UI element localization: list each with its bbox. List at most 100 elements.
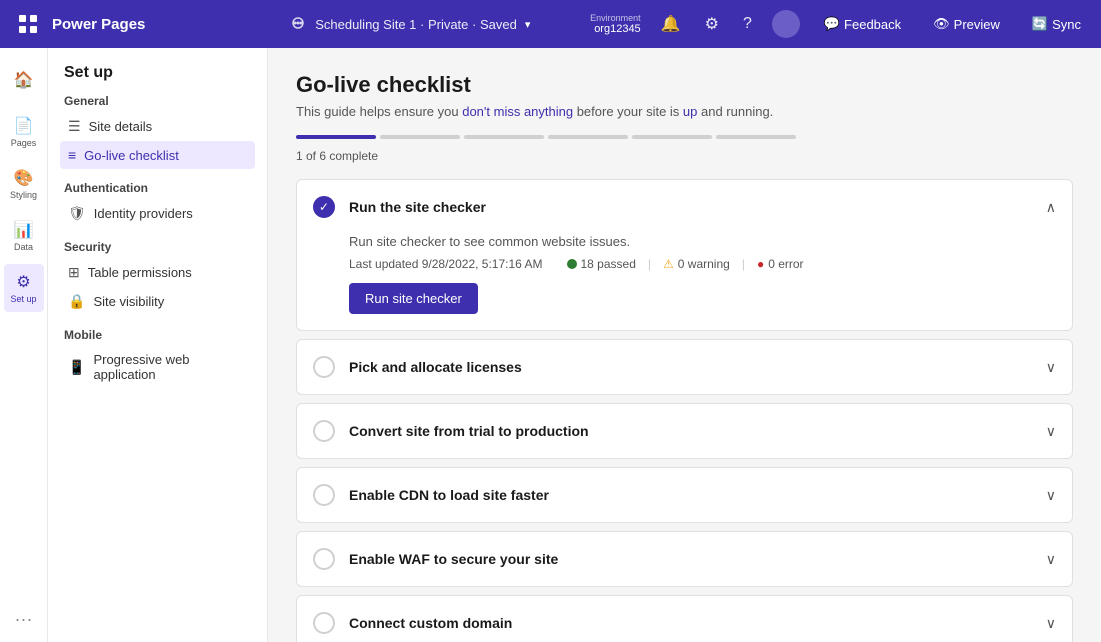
checklist-item-convert-site: Convert site from trial to production ∨ — [296, 403, 1073, 459]
progress-segment-4 — [548, 135, 628, 139]
sidebar-item-golive-checklist[interactable]: ≡ Go-live checklist — [60, 141, 255, 169]
rail-data[interactable]: 📊 Data — [4, 212, 44, 260]
pages-icon: 📄 — [14, 116, 34, 136]
icon-rail: 🏠 📄 Pages 🎨 Styling 📊 Data ⚙ Set up ··· — [0, 48, 48, 642]
preview-icon: 👁 — [933, 16, 950, 32]
progress-segment-3 — [464, 135, 544, 139]
run-site-checker-button[interactable]: Run site checker — [349, 283, 478, 314]
checklist-item-header-cdn[interactable]: Enable CDN to load site faster ∨ — [297, 468, 1072, 522]
sidebar-item-identity-providers[interactable]: 🛡 Identity providers — [60, 199, 255, 228]
checklist: ✓ Run the site checker ∧ Run site checke… — [296, 179, 1073, 642]
sidebar-section-security: Security — [64, 240, 255, 254]
site-details-icon: ☰ — [68, 118, 81, 135]
checklist-item-licenses: Pick and allocate licenses ∨ — [296, 339, 1073, 395]
subtitle-link-up[interactable]: up — [683, 104, 697, 119]
sidebar-item-table-permissions[interactable]: ⊞ Table permissions — [60, 258, 255, 287]
checklist-title-waf: Enable WAF to secure your site — [349, 551, 1038, 567]
subtitle-link-miss[interactable]: don't miss anything — [462, 104, 573, 119]
table-permissions-icon: ⊞ — [68, 264, 80, 281]
sidebar-item-pwa[interactable]: 📱 Progressive web application — [60, 346, 255, 388]
content-area: Go-live checklist This guide helps ensur… — [268, 48, 1101, 642]
progress-segment-2 — [380, 135, 460, 139]
topbar-right: Environment org12345 🔔 ⚙ ? 💬 Feedback 👁 … — [590, 10, 1089, 38]
home-icon: 🏠 — [14, 70, 34, 90]
checklist-item-header-run-site-checker[interactable]: ✓ Run the site checker ∧ — [297, 180, 1072, 234]
data-icon: 📊 — [14, 220, 34, 240]
page-subtitle: This guide helps ensure you don't miss a… — [296, 104, 1073, 119]
sync-button[interactable]: 🔄 Sync — [1024, 12, 1089, 36]
progress-label: 1 of 6 complete — [296, 149, 1073, 163]
identity-icon: 🛡 — [68, 205, 86, 222]
checklist-item-custom-domain: Connect custom domain ∨ — [296, 595, 1073, 642]
sidebar-section-mobile: Mobile — [64, 328, 255, 342]
apps-icon[interactable] — [12, 8, 44, 40]
sidebar-item-site-visibility[interactable]: 🔒 Site visibility — [60, 287, 255, 316]
settings-icon[interactable]: ⚙ — [701, 10, 723, 38]
checklist-item-run-site-checker: ✓ Run the site checker ∧ Run site checke… — [296, 179, 1073, 331]
sidebar-section-general: General — [64, 94, 255, 108]
site-info: Scheduling Site 1 · Private · Saved — [315, 17, 517, 32]
checklist-title-convert-site: Convert site from trial to production — [349, 423, 1038, 439]
checklist-item-header-convert-site[interactable]: Convert site from trial to production ∨ — [297, 404, 1072, 458]
environment-value: org12345 — [594, 23, 641, 35]
rail-styling[interactable]: 🎨 Styling — [4, 160, 44, 208]
topbar: Power Pages Scheduling Site 1 · Private … — [0, 0, 1101, 48]
check-circle-custom-domain — [313, 612, 335, 634]
checklist-body-run-site-checker: Run site checker to see common website i… — [297, 234, 1072, 330]
chevron-down-icon-waf: ∨ — [1046, 551, 1056, 568]
progress-segment-1 — [296, 135, 376, 139]
golive-icon: ≡ — [68, 147, 76, 163]
site-info-chevron[interactable]: ▾ — [525, 18, 531, 31]
chevron-down-icon-cdn: ∨ — [1046, 487, 1056, 504]
checklist-title-licenses: Pick and allocate licenses — [349, 359, 1038, 375]
notifications-icon[interactable]: 🔔 — [657, 10, 685, 38]
pwa-icon: 📱 — [68, 359, 85, 376]
check-circle-waf — [313, 548, 335, 570]
checklist-title-cdn: Enable CDN to load site faster — [349, 487, 1038, 503]
topbar-center: Scheduling Site 1 · Private · Saved ▾ — [231, 16, 590, 32]
sidebar: Set up General ☰ Site details ≡ Go-live … — [48, 48, 268, 642]
sync-icon: 🔄 — [1032, 16, 1048, 32]
app-title: Power Pages — [52, 16, 231, 33]
page-title: Go-live checklist — [296, 72, 1073, 98]
sidebar-item-site-details[interactable]: ☰ Site details — [60, 112, 255, 141]
rail-setup[interactable]: ⚙ Set up — [4, 264, 44, 312]
feedback-button[interactable]: 💬 Feedback — [816, 12, 909, 36]
environment-info: Environment org12345 — [590, 13, 641, 35]
stat-error: ● 0 error — [757, 257, 804, 271]
warning-triangle-icon: ⚠ — [663, 257, 674, 271]
stat-passed-value: 18 passed — [581, 257, 636, 271]
chevron-down-icon-custom-domain: ∨ — [1046, 615, 1056, 632]
chevron-down-icon-licenses: ∨ — [1046, 359, 1056, 376]
preview-button[interactable]: 👁 Preview — [925, 12, 1008, 36]
progress-segment-5 — [632, 135, 712, 139]
chevron-down-icon-convert-site: ∨ — [1046, 423, 1056, 440]
environment-label: Environment — [590, 13, 641, 23]
rail-home[interactable]: 🏠 — [4, 56, 44, 104]
check-circle-cdn — [313, 484, 335, 506]
site-visibility-icon: 🔒 — [68, 293, 85, 310]
checklist-item-header-custom-domain[interactable]: Connect custom domain ∨ — [297, 596, 1072, 642]
stat-error-value: 0 error — [768, 257, 803, 271]
item-description-run-site-checker: Run site checker to see common website i… — [349, 234, 1056, 249]
checklist-item-header-licenses[interactable]: Pick and allocate licenses ∨ — [297, 340, 1072, 394]
error-circle-icon: ● — [757, 257, 764, 271]
checklist-title-custom-domain: Connect custom domain — [349, 615, 1038, 631]
main-layout: 🏠 📄 Pages 🎨 Styling 📊 Data ⚙ Set up ··· … — [0, 48, 1101, 642]
check-circle-convert-site — [313, 420, 335, 442]
sidebar-section-auth: Authentication — [64, 181, 255, 195]
stat-dot-green — [567, 259, 577, 269]
stat-passed: 18 passed — [567, 257, 636, 271]
check-circle-licenses — [313, 356, 335, 378]
user-avatar[interactable] — [772, 10, 800, 38]
help-icon[interactable]: ? — [739, 11, 756, 37]
feedback-icon: 💬 — [824, 16, 840, 32]
checklist-item-cdn: Enable CDN to load site faster ∨ — [296, 467, 1073, 523]
sidebar-title: Set up — [60, 64, 255, 82]
rail-pages[interactable]: 📄 Pages — [4, 108, 44, 156]
checklist-item-header-waf[interactable]: Enable WAF to secure your site ∨ — [297, 532, 1072, 586]
rail-more-icon[interactable]: ··· — [15, 609, 33, 630]
setup-icon: ⚙ — [16, 272, 30, 292]
item-stats-run-site-checker: Last updated 9/28/2022, 5:17:16 AM 18 pa… — [349, 257, 1056, 271]
progress-segment-6 — [716, 135, 796, 139]
